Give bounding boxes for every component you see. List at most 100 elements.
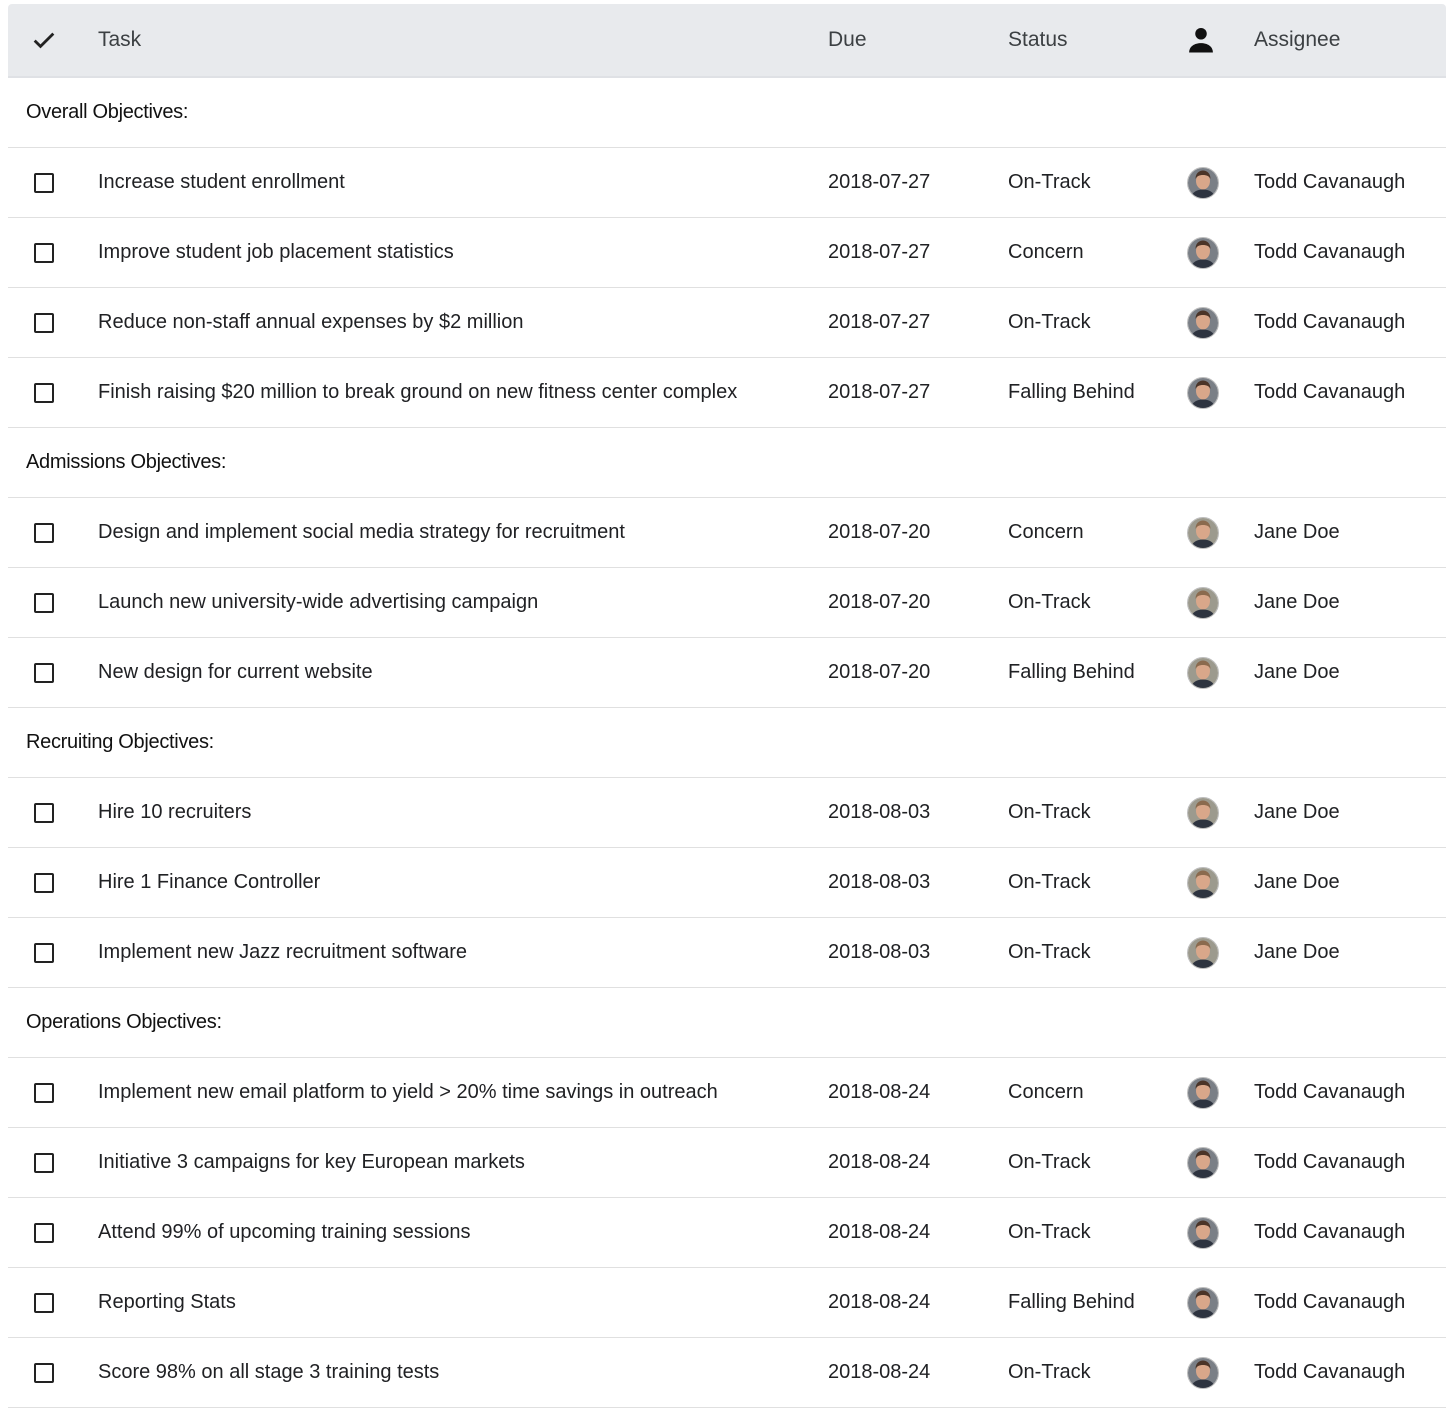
row-checkbox[interactable] [32, 638, 56, 707]
table-row[interactable]: Score 98% on all stage 3 training tests 2… [8, 1338, 1446, 1408]
avatar [1186, 1198, 1220, 1267]
table-row[interactable]: Reporting Stats 2018-08-24 Falling Behind T… [8, 1268, 1446, 1338]
due-date: 2018-07-20 [828, 661, 931, 683]
status-text: On-Track [1008, 311, 1091, 333]
assignee-name: Jane Doe [1254, 521, 1340, 543]
status-text: Falling Behind [1008, 381, 1135, 403]
column-header-status[interactable]: Status [1008, 4, 1068, 76]
assignee-name: Jane Doe [1254, 941, 1340, 963]
task-name[interactable]: Reduce non-staff annual expenses by $2 m… [98, 288, 523, 357]
checkmark-icon[interactable] [30, 4, 58, 76]
due-date: 2018-07-20 [828, 591, 931, 613]
task-name[interactable]: Increase student enrollment [98, 148, 345, 217]
task-name[interactable]: Implement new email platform to yield > … [98, 1058, 718, 1127]
group-label: Admissions Objectives: [26, 451, 227, 473]
task-name[interactable]: Finish raising $20 million to break grou… [98, 358, 737, 427]
status-text: On-Track [1008, 941, 1091, 963]
column-header-due[interactable]: Due [828, 4, 867, 76]
due-date: 2018-07-27 [828, 241, 931, 263]
task-name[interactable]: Implement new Jazz recruitment software [98, 918, 467, 987]
row-checkbox[interactable] [32, 1338, 56, 1407]
table-header: Task Due Status Assignee [8, 4, 1446, 78]
group-header: Admissions Objectives: [8, 428, 1446, 498]
table-row[interactable]: Increase student enrollment 2018-07-27 On-… [8, 148, 1446, 218]
row-checkbox[interactable] [32, 848, 56, 917]
status-text: On-Track [1008, 1151, 1091, 1173]
avatar [1186, 1338, 1220, 1407]
table-row[interactable]: Initiative 3 campaigns for key European … [8, 1128, 1446, 1198]
task-name[interactable]: Design and implement social media strate… [98, 498, 625, 567]
assignee-name: Todd Cavanaugh [1254, 311, 1406, 333]
avatar [1186, 358, 1220, 427]
row-checkbox[interactable] [32, 1198, 56, 1267]
status-text: Falling Behind [1008, 1291, 1135, 1313]
row-checkbox[interactable] [32, 1128, 56, 1197]
task-name[interactable]: New design for current website [98, 638, 373, 707]
row-checkbox[interactable] [32, 568, 56, 637]
row-checkbox[interactable] [32, 1268, 56, 1337]
table-row[interactable]: Finish raising $20 million to break grou… [8, 358, 1446, 428]
assignee-name: Todd Cavanaugh [1254, 1081, 1406, 1103]
row-checkbox[interactable] [32, 288, 56, 357]
row-checkbox[interactable] [32, 498, 56, 567]
due-date: 2018-07-20 [828, 521, 931, 543]
table-row[interactable]: Design and implement social media strate… [8, 498, 1446, 568]
assignee-name: Todd Cavanaugh [1254, 1361, 1406, 1383]
status-text: Concern [1008, 1081, 1084, 1103]
avatar [1186, 918, 1220, 987]
row-checkbox[interactable] [32, 918, 56, 987]
assignee-name: Todd Cavanaugh [1254, 241, 1406, 263]
row-checkbox[interactable] [32, 148, 56, 217]
due-date: 2018-08-24 [828, 1151, 931, 1173]
avatar [1186, 778, 1220, 847]
table-row[interactable]: Attend 99% of upcoming training sessions… [8, 1198, 1446, 1268]
status-text: On-Track [1008, 871, 1091, 893]
assignee-name: Jane Doe [1254, 801, 1340, 823]
status-text: Falling Behind [1008, 661, 1135, 683]
table-row[interactable]: Reduce non-staff annual expenses by $2 m… [8, 288, 1446, 358]
group-header: Overall Objectives: [8, 78, 1446, 148]
due-date: 2018-07-27 [828, 381, 931, 403]
status-text: Concern [1008, 521, 1084, 543]
due-date: 2018-08-03 [828, 941, 931, 963]
table-row[interactable]: Implement new Jazz recruitment software 2… [8, 918, 1446, 988]
task-name[interactable]: Initiative 3 campaigns for key European … [98, 1128, 525, 1197]
task-name[interactable]: Improve student job placement statistics [98, 218, 454, 287]
table-row[interactable]: New design for current website 2018-07-20… [8, 638, 1446, 708]
column-header-assignee[interactable]: Assignee [1254, 4, 1340, 76]
task-name[interactable]: Attend 99% of upcoming training sessions [98, 1198, 470, 1267]
due-date: 2018-07-27 [828, 171, 931, 193]
due-date: 2018-08-24 [828, 1361, 931, 1383]
assignee-name: Jane Doe [1254, 871, 1340, 893]
row-checkbox[interactable] [32, 358, 56, 427]
task-name[interactable]: Launch new university-wide advertising c… [98, 568, 538, 637]
table-row[interactable]: Hire 10 recruiters 2018-08-03 On-Track Jane… [8, 778, 1446, 848]
column-header-task[interactable]: Task [98, 4, 141, 76]
task-name[interactable]: Hire 10 recruiters [98, 778, 251, 847]
assignee-name: Jane Doe [1254, 591, 1340, 613]
avatar [1186, 568, 1220, 637]
task-name[interactable]: Reporting Stats [98, 1268, 236, 1337]
row-checkbox[interactable] [32, 778, 56, 847]
group-label: Operations Objectives: [26, 1011, 222, 1033]
status-text: On-Track [1008, 1221, 1091, 1243]
avatar [1186, 1268, 1220, 1337]
avatar [1186, 1058, 1220, 1127]
status-text: Concern [1008, 241, 1084, 263]
task-name[interactable]: Hire 1 Finance Controller [98, 848, 320, 917]
person-icon [1186, 4, 1216, 76]
table-row[interactable]: Launch new university-wide advertising c… [8, 568, 1446, 638]
due-date: 2018-08-24 [828, 1291, 931, 1313]
table-row[interactable]: Improve student job placement statistics… [8, 218, 1446, 288]
table-row[interactable]: Hire 1 Finance Controller 2018-08-03 On-Tr… [8, 848, 1446, 918]
due-date: 2018-08-03 [828, 871, 931, 893]
task-name[interactable]: Score 98% on all stage 3 training tests [98, 1338, 439, 1407]
avatar [1186, 848, 1220, 917]
row-checkbox[interactable] [32, 1058, 56, 1127]
avatar [1186, 148, 1220, 217]
assignee-name: Todd Cavanaugh [1254, 1221, 1406, 1243]
status-text: On-Track [1008, 591, 1091, 613]
due-date: 2018-08-24 [828, 1081, 931, 1103]
table-row[interactable]: Implement new email platform to yield > … [8, 1058, 1446, 1128]
row-checkbox[interactable] [32, 218, 56, 287]
